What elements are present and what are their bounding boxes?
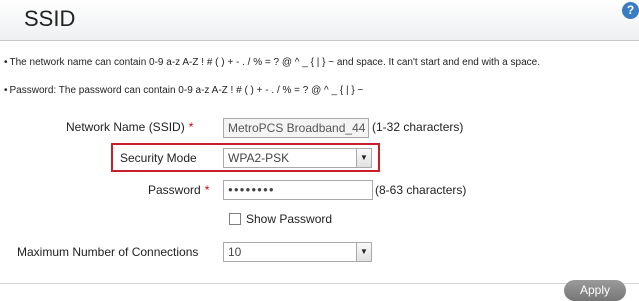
max-connections-label: Maximum Number of Connections	[17, 245, 199, 259]
max-connections-value: 10	[228, 245, 242, 259]
network-name-label: Network Name (SSID) *	[66, 120, 193, 134]
network-name-input[interactable]: MetroPCS Broadband_44	[223, 118, 369, 138]
network-name-rules-note: The network name can contain 0-9 a-z A-Z…	[4, 57, 540, 68]
divider	[0, 283, 639, 284]
password-label-text: Password	[148, 183, 201, 197]
required-marker: *	[204, 183, 210, 197]
show-password-checkbox[interactable]	[229, 213, 241, 225]
chevron-down-icon[interactable]: ▼	[356, 243, 371, 261]
show-password-label[interactable]: Show Password	[246, 212, 332, 226]
max-connections-select[interactable]: 10 ▼	[223, 242, 372, 262]
network-name-hint: (1-32 characters)	[372, 120, 464, 134]
password-label: Password *	[148, 183, 209, 197]
security-mode-value: WPA2-PSK	[228, 151, 290, 165]
security-mode-select[interactable]: WPA2-PSK ▼	[223, 148, 372, 168]
password-hint: (8-63 characters)	[375, 183, 467, 197]
required-marker: *	[188, 120, 194, 134]
page-title: SSID	[24, 6, 76, 31]
help-icon[interactable]: ?	[622, 2, 639, 19]
page-header: SSID	[0, 0, 639, 41]
chevron-down-icon[interactable]: ▼	[356, 149, 371, 167]
password-input[interactable]: ●●●●●●●●	[223, 180, 373, 200]
apply-button[interactable]: Apply	[564, 280, 626, 301]
password-rules-note: Password: The password can contain 0-9 a…	[4, 85, 364, 96]
security-mode-label: Security Mode	[120, 151, 197, 165]
network-name-label-text: Network Name (SSID)	[66, 120, 185, 134]
